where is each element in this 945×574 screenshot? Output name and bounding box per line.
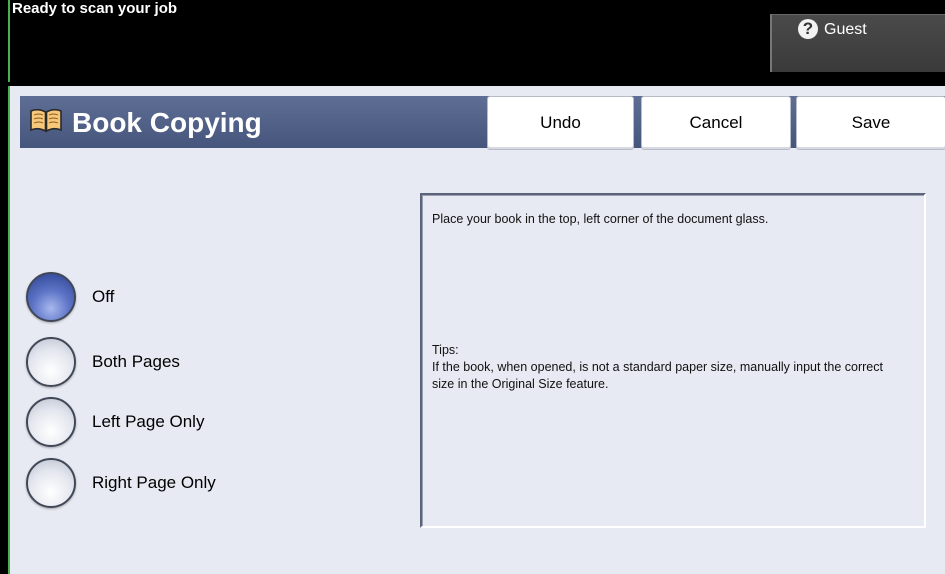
tips-heading: Tips: <box>432 343 459 357</box>
info-panel: Place your book in the top, left corner … <box>420 193 926 528</box>
cancel-button[interactable]: Cancel <box>641 96 791 150</box>
option-label: Off <box>92 287 115 306</box>
info-instruction: Place your book in the top, left corner … <box>432 212 769 226</box>
status-bar: Ready to scan your job ? Guest <box>8 0 945 82</box>
book-icon <box>30 108 62 133</box>
option-right-page-only[interactable]: Right Page Only <box>26 455 216 511</box>
book-copying-panel: Book Copying Undo Cancel Save Off Both P… <box>8 86 945 574</box>
page-title: Book Copying <box>72 107 262 138</box>
radio-icon[interactable] <box>26 458 76 508</box>
option-label: Right Page Only <box>92 473 216 492</box>
tips-text: If the book, when opened, is not a stand… <box>432 360 883 391</box>
question-icon: ? <box>798 19 818 39</box>
option-left-page-only[interactable]: Left Page Only <box>26 394 204 450</box>
radio-selected-icon[interactable] <box>26 272 76 322</box>
guest-label: Guest <box>824 21 867 38</box>
option-both-pages[interactable]: Both Pages <box>26 334 180 390</box>
save-button[interactable]: Save <box>796 96 945 150</box>
option-label: Both Pages <box>92 352 180 371</box>
status-message: Ready to scan your job <box>12 0 178 17</box>
device-screen: Ready to scan your job ? Guest Book Copy… <box>0 0 945 574</box>
option-off[interactable]: Off <box>26 269 114 325</box>
info-tips: Tips: If the book, when opened, is not a… <box>432 342 902 393</box>
radio-icon[interactable] <box>26 397 76 447</box>
guest-login-button[interactable]: ? Guest <box>770 14 945 72</box>
undo-button[interactable]: Undo <box>487 96 634 150</box>
option-label: Left Page Only <box>92 412 205 431</box>
radio-icon[interactable] <box>26 337 76 387</box>
